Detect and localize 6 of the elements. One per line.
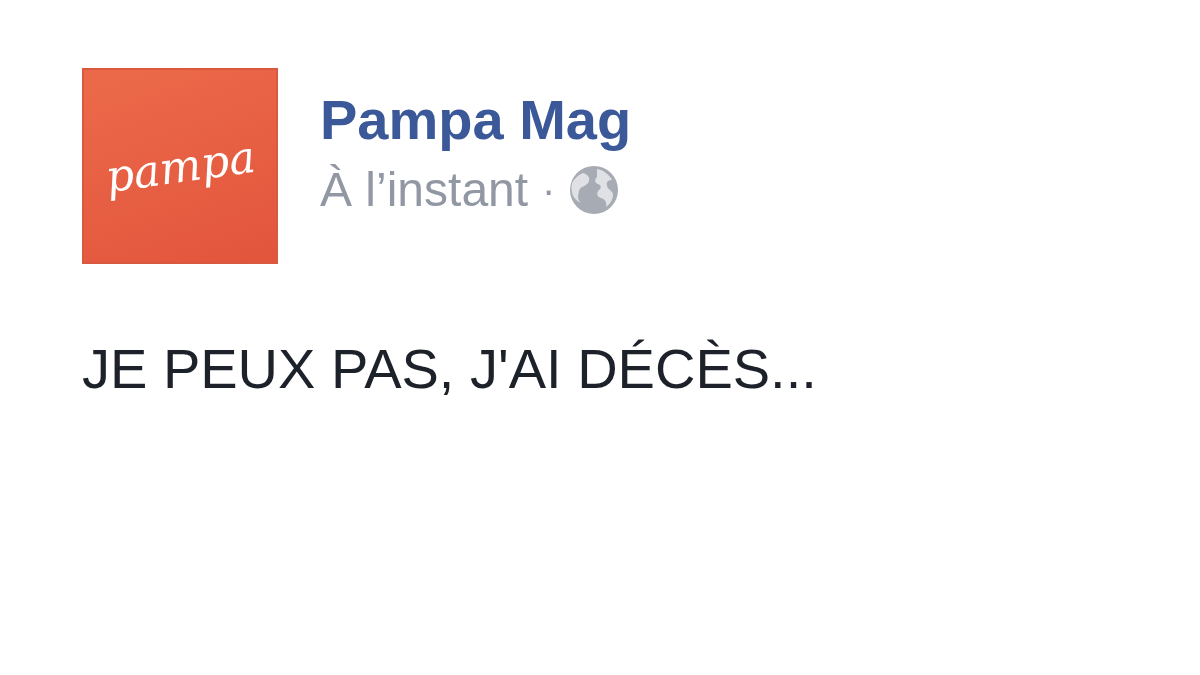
author-link[interactable]: Pampa Mag <box>320 86 632 154</box>
separator: · <box>542 167 556 213</box>
post-text: JE PEUX PAS, J'AI DÉCÈS... <box>82 336 818 402</box>
page-logo[interactable]: pampa <box>82 68 278 264</box>
timestamp-link[interactable]: À l’instant <box>320 160 529 220</box>
globe-icon[interactable] <box>569 165 620 215</box>
